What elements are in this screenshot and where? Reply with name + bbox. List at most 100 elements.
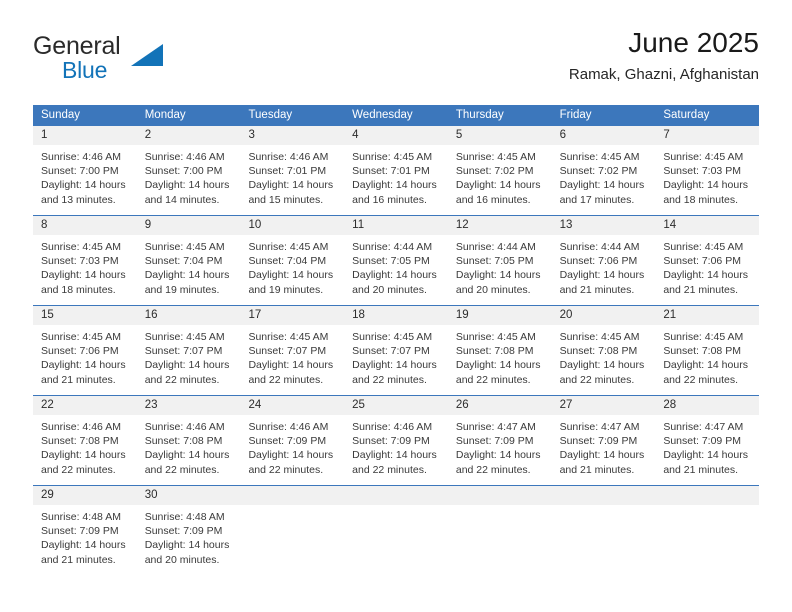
calendar-day-cell[interactable]: 7 Sunrise: 4:45 AM Sunset: 7:03 PM Daylight… <box>655 126 760 215</box>
calendar-week-row: 29 Sunrise: 4:48 AM Sunset: 7:09 PM Dayligh… <box>33 485 760 575</box>
general-blue-logo[interactable]: General Blue <box>33 32 253 92</box>
calendar-day-cell[interactable]: 12 Sunrise: 4:44 AM Sunset: 7:05 PM Dayligh… <box>447 216 552 305</box>
calendar-day-cell[interactable]: 14 Sunrise: 4:45 AM Sunset: 7:06 PM Dayligh… <box>655 216 760 305</box>
daylight-duration-line2: and 17 minutes. <box>559 193 635 206</box>
calendar-day-cell[interactable]: 10 Sunrise: 4:45 AM Sunset: 7:04 PM Dayligh… <box>240 216 345 305</box>
day-details: Sunrise: 4:45 AM Sunset: 7:02 PM Daylight:… <box>552 145 656 207</box>
calendar-day-cell[interactable]: 24 Sunrise: 4:46 AM Sunset: 7:09 PM Dayligh… <box>240 396 345 485</box>
calendar-day-cell[interactable]: 28 Sunrise: 4:47 AM Sunset: 7:09 PM Dayligh… <box>655 396 760 485</box>
day-details: Sunrise: 4:45 AM Sunset: 7:03 PM Daylight:… <box>655 145 759 207</box>
calendar-day-cell-empty <box>447 486 552 575</box>
calendar-day-cell[interactable]: 21 Sunrise: 4:45 AM Sunset: 7:08 PM Dayligh… <box>655 306 760 395</box>
calendar-day-cell-empty <box>240 486 345 575</box>
daylight-duration-line2: and 22 minutes. <box>455 373 531 386</box>
sunrise-time: Sunrise: 4:48 AM <box>41 511 121 523</box>
calendar-day-cell[interactable]: 20 Sunrise: 4:45 AM Sunset: 7:08 PM Dayligh… <box>551 306 656 395</box>
sunrise-time: Sunrise: 4:45 AM <box>248 241 329 253</box>
calendar-day-cell[interactable]: 18 Sunrise: 4:45 AM Sunset: 7:07 PM Dayligh… <box>344 306 448 395</box>
daylight-duration-line1: Daylight: 14 hours <box>248 449 334 462</box>
daylight-duration-line1: Daylight: 14 hours <box>144 269 230 282</box>
day-number: 1 <box>33 126 137 145</box>
day-details: Sunrise: 4:45 AM Sunset: 7:08 PM Daylight:… <box>655 325 759 387</box>
daylight-duration-line2: and 22 minutes. <box>248 463 324 476</box>
day-number: 9 <box>136 216 241 235</box>
calendar-day-cell[interactable]: 16 Sunrise: 4:45 AM Sunset: 7:07 PM Dayligh… <box>136 306 241 395</box>
sunset-time: Sunset: 7:07 PM <box>248 345 327 358</box>
day-number <box>551 486 656 505</box>
daylight-duration-line2: and 22 minutes. <box>144 463 220 476</box>
daylight-duration-line1: Daylight: 14 hours <box>663 449 748 462</box>
daylight-duration-line1: Daylight: 14 hours <box>144 359 230 372</box>
daylight-duration-line1: Daylight: 14 hours <box>248 179 334 192</box>
sunset-time: Sunset: 7:03 PM <box>41 255 119 268</box>
calendar-day-cell[interactable]: 6 Sunrise: 4:45 AM Sunset: 7:02 PM Daylight… <box>551 126 656 215</box>
calendar-day-cell[interactable]: 23 Sunrise: 4:46 AM Sunset: 7:08 PM Dayligh… <box>136 396 241 485</box>
day-number: 22 <box>33 396 137 415</box>
daylight-duration-line2: and 21 minutes. <box>41 553 116 566</box>
calendar-day-cell[interactable]: 11 Sunrise: 4:44 AM Sunset: 7:05 PM Dayligh… <box>344 216 448 305</box>
sunset-time: Sunset: 7:08 PM <box>559 345 638 358</box>
sunset-time: Sunset: 7:09 PM <box>455 435 534 448</box>
calendar-day-cell[interactable]: 3 Sunrise: 4:46 AM Sunset: 7:01 PM Daylight… <box>240 126 345 215</box>
calendar-day-cell-empty <box>655 486 760 575</box>
calendar-day-cell[interactable]: 8 Sunrise: 4:45 AM Sunset: 7:03 PM Daylight… <box>33 216 137 305</box>
sunrise-time: Sunrise: 4:46 AM <box>248 421 329 433</box>
page-title: June 2025 <box>628 27 759 58</box>
daylight-duration-line1: Daylight: 14 hours <box>352 359 437 372</box>
day-number: 16 <box>136 306 241 325</box>
day-details: Sunrise: 4:47 AM Sunset: 7:09 PM Daylight:… <box>552 415 656 477</box>
weekday-header-row: Sunday Monday Tuesday Wednesday Thursday Frid… <box>33 105 759 126</box>
daylight-duration-line1: Daylight: 14 hours <box>559 179 645 192</box>
calendar-grid: Sunday Monday Tuesday Wednesday Thursday Frid… <box>33 105 760 575</box>
sunrise-time: Sunrise: 4:46 AM <box>248 151 329 163</box>
sunrise-time: Sunrise: 4:46 AM <box>352 421 433 433</box>
weekday-header-friday: Friday <box>559 109 592 121</box>
day-number: 29 <box>33 486 137 505</box>
sunset-time: Sunset: 7:04 PM <box>248 255 327 268</box>
calendar-day-cell[interactable]: 27 Sunrise: 4:47 AM Sunset: 7:09 PM Dayligh… <box>551 396 656 485</box>
sunrise-time: Sunrise: 4:45 AM <box>352 331 433 343</box>
daylight-duration-line2: and 22 minutes. <box>663 373 739 386</box>
sunset-time: Sunset: 7:08 PM <box>41 435 119 448</box>
calendar-day-cell[interactable]: 13 Sunrise: 4:44 AM Sunset: 7:06 PM Dayligh… <box>551 216 656 305</box>
calendar-day-cell[interactable]: 15 Sunrise: 4:45 AM Sunset: 7:06 PM Dayligh… <box>33 306 137 395</box>
sunset-time: Sunset: 7:09 PM <box>663 435 741 448</box>
sunrise-time: Sunrise: 4:45 AM <box>455 331 536 343</box>
calendar-page: General Blue June 2025 Ramak, Ghazni, Af… <box>0 0 792 612</box>
day-number: 6 <box>551 126 656 145</box>
sunset-time: Sunset: 7:01 PM <box>248 165 327 178</box>
calendar-day-cell[interactable]: 4 Sunrise: 4:45 AM Sunset: 7:01 PM Daylight… <box>344 126 448 215</box>
sunrise-time: Sunrise: 4:44 AM <box>559 241 640 253</box>
day-number: 21 <box>655 306 760 325</box>
day-number <box>655 486 760 505</box>
calendar-day-cell[interactable]: 2 Sunrise: 4:46 AM Sunset: 7:00 PM Daylight… <box>136 126 241 215</box>
calendar-day-cell[interactable]: 29 Sunrise: 4:48 AM Sunset: 7:09 PM Dayligh… <box>33 486 137 575</box>
calendar-day-cell[interactable]: 17 Sunrise: 4:45 AM Sunset: 7:07 PM Dayligh… <box>240 306 345 395</box>
sunrise-time: Sunrise: 4:45 AM <box>559 151 640 163</box>
daylight-duration-line1: Daylight: 14 hours <box>663 359 748 372</box>
day-details: Sunrise: 4:47 AM Sunset: 7:09 PM Daylight:… <box>655 415 759 477</box>
weekday-header-tuesday: Tuesday <box>248 109 293 121</box>
calendar-day-cell[interactable]: 9 Sunrise: 4:45 AM Sunset: 7:04 PM Daylight… <box>136 216 241 305</box>
calendar-day-cell[interactable]: 5 Sunrise: 4:45 AM Sunset: 7:02 PM Daylight… <box>447 126 552 215</box>
calendar-day-cell[interactable]: 30 Sunrise: 4:48 AM Sunset: 7:09 PM Dayligh… <box>136 486 241 575</box>
calendar-day-cell[interactable]: 26 Sunrise: 4:47 AM Sunset: 7:09 PM Dayligh… <box>447 396 552 485</box>
day-number: 19 <box>447 306 552 325</box>
sunrise-time: Sunrise: 4:44 AM <box>352 241 433 253</box>
day-number: 14 <box>655 216 760 235</box>
calendar-week-row: 22 Sunrise: 4:46 AM Sunset: 7:08 PM Dayligh… <box>33 395 760 485</box>
day-details: Sunrise: 4:45 AM Sunset: 7:03 PM Daylight:… <box>33 235 137 297</box>
calendar-day-cell[interactable]: 1 Sunrise: 4:46 AM Sunset: 7:00 PM Daylight… <box>33 126 137 215</box>
daylight-duration-line1: Daylight: 14 hours <box>41 179 126 192</box>
sunset-time: Sunset: 7:09 PM <box>559 435 638 448</box>
day-details: Sunrise: 4:46 AM Sunset: 7:08 PM Daylight:… <box>137 415 241 477</box>
daylight-duration-line1: Daylight: 14 hours <box>559 359 645 372</box>
calendar-day-cell[interactable]: 25 Sunrise: 4:46 AM Sunset: 7:09 PM Dayligh… <box>344 396 448 485</box>
calendar-day-cell[interactable]: 19 Sunrise: 4:45 AM Sunset: 7:08 PM Dayligh… <box>447 306 552 395</box>
title-block: June 2025 Ramak, Ghazni, Afghanistan <box>569 26 759 84</box>
calendar-day-cell[interactable]: 22 Sunrise: 4:46 AM Sunset: 7:08 PM Dayligh… <box>33 396 137 485</box>
weekday-header-sunday: Sunday <box>41 109 81 121</box>
daylight-duration-line1: Daylight: 14 hours <box>144 539 230 552</box>
sunrise-time: Sunrise: 4:48 AM <box>144 511 225 523</box>
daylight-duration-line2: and 22 minutes. <box>559 373 635 386</box>
